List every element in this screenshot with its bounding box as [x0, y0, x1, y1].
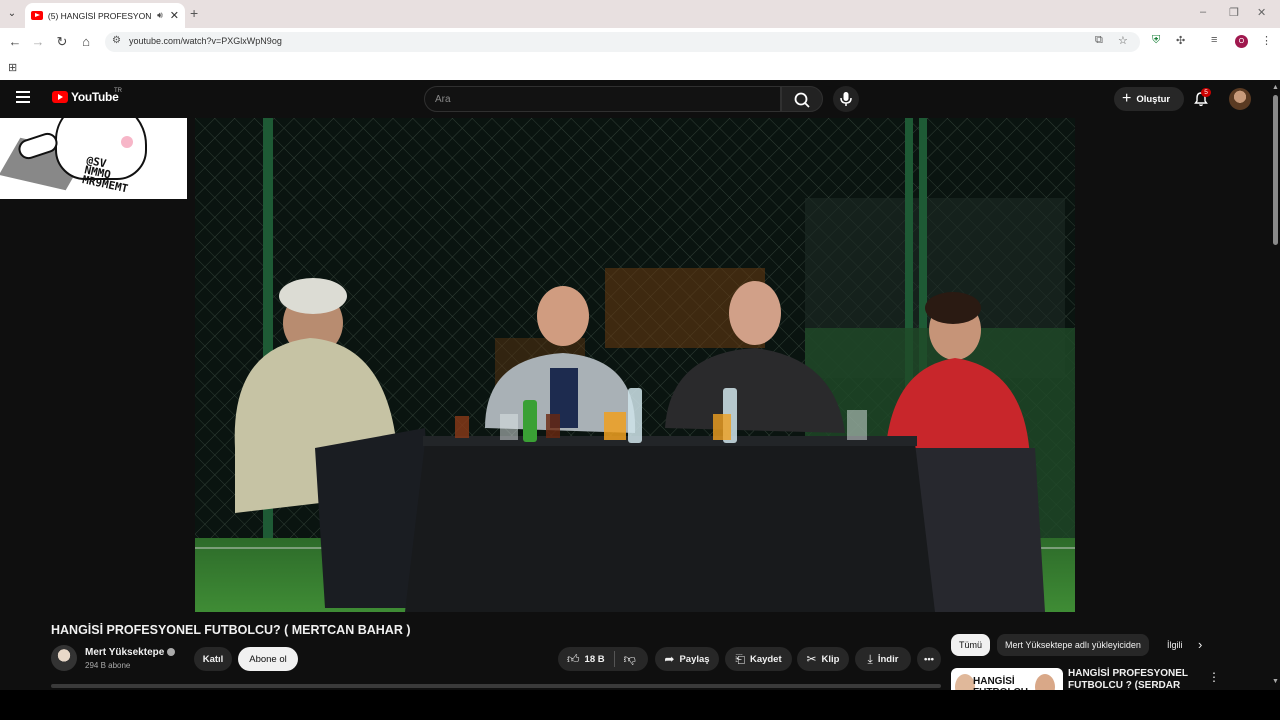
youtube-play-icon — [52, 91, 68, 103]
bookmarks-bar: ⊞ — [0, 56, 1280, 80]
channel-name[interactable]: Mert Yüksektepe — [85, 647, 176, 658]
install-app-icon[interactable]: ⧉ — [1095, 34, 1103, 47]
clip-button[interactable]: ✂ Klip — [797, 647, 849, 671]
chip-from-uploader[interactable]: Mert Yüksektepe adlı yükleyiciden — [997, 634, 1149, 656]
voice-search-button[interactable] — [833, 86, 859, 112]
bookmark-icon: ⎗ — [735, 651, 745, 666]
close-tab-icon[interactable]: ✕ — [170, 9, 179, 22]
bookmark-star-icon[interactable]: ☆ — [1118, 34, 1128, 47]
youtube-page: YouTube TR + Oluştur 5 @SV NMMO MR9 — [0, 80, 1280, 720]
like-divider — [613, 651, 615, 667]
notifications-button[interactable]: 5 — [1192, 88, 1211, 108]
create-label: Oluştur — [1136, 93, 1171, 105]
search-icon — [794, 92, 810, 108]
video-frame — [195, 118, 1075, 612]
youtube-masthead: YouTube TR + Oluştur 5 — [0, 80, 1270, 118]
browser-menu-icon[interactable]: ⋮ — [1261, 34, 1272, 47]
verified-icon — [167, 648, 176, 657]
new-tab-button[interactable]: + — [190, 5, 198, 21]
join-button[interactable]: Katıl — [194, 647, 232, 671]
video-title: HANGİSİ PROFESYONEL FUTBOLCU? ( MERTCAN … — [51, 623, 411, 637]
cat-sticker-overlay: @SV NMMO MR9MEMT — [0, 118, 187, 199]
cat-blush-drawing — [121, 136, 133, 148]
recommended-title[interactable]: HANGİSİ PROFESYONEL FUTBOLCU ? (SERDAR — [1068, 668, 1198, 692]
search-input[interactable] — [425, 87, 765, 111]
extensions-puzzle-icon[interactable]: ✣ — [1176, 34, 1185, 47]
download-button[interactable]: ⤓ İndir — [855, 647, 911, 671]
speaker-icon[interactable]: 🔊︎ — [157, 10, 163, 21]
account-avatar[interactable] — [1229, 88, 1251, 110]
search-button[interactable] — [781, 86, 823, 112]
more-horizontal-icon: ••• — [924, 653, 934, 665]
create-button[interactable]: + Oluştur — [1114, 87, 1184, 111]
share-button[interactable]: ➦ Paylaş — [655, 647, 719, 671]
site-info-icon[interactable]: ⚙ — [112, 35, 121, 46]
video-player[interactable] — [195, 118, 1075, 612]
logo-text: YouTube — [71, 90, 119, 104]
subscribe-button[interactable]: Abone ol — [238, 647, 298, 671]
microphone-icon — [840, 92, 852, 106]
like-count[interactable]: 18 B — [585, 654, 605, 665]
download-label: İndir — [877, 653, 899, 665]
browser-toolbar: ← → ↻ ⌂ ⚙ youtube.com/watch?v=PXGlxWpN9o… — [0, 28, 1280, 56]
minimize-icon[interactable]: – — [1200, 6, 1206, 18]
like-dislike-group: 👍︎ 18 B 👎︎ — [558, 647, 648, 671]
address-bar[interactable]: ⚙ youtube.com/watch?v=PXGlxWpN9og ⧉ ☆ — [105, 32, 1140, 52]
browser-tab-strip: ⌄ (5) HANGİSİ PROFESYONEL 🔊︎ ✕ + – ❐ ✕ — [0, 0, 1280, 28]
more-vertical-icon[interactable]: ⋮ — [1208, 670, 1220, 684]
scroll-up-icon[interactable]: ▲ — [1272, 84, 1279, 91]
chip-all[interactable]: Tümü — [951, 634, 991, 656]
more-actions-button[interactable]: ••• — [917, 647, 941, 671]
bottom-letterbox — [0, 690, 1280, 720]
like-icon[interactable]: 👍︎ — [567, 652, 580, 667]
country-code: TR — [114, 88, 122, 94]
scrollbar-thumb[interactable] — [1273, 95, 1278, 245]
chip-related[interactable]: İlgili — [1165, 634, 1185, 656]
share-label: Paylaş — [679, 653, 710, 665]
subscriber-count: 294 B abone — [85, 661, 131, 670]
scroll-down-icon[interactable]: ▼ — [1272, 678, 1279, 685]
notification-badge: 5 — [1201, 88, 1211, 97]
tab-search-icon[interactable]: ⌄ — [4, 6, 20, 22]
apps-grid-icon[interactable]: ⊞ — [8, 61, 17, 74]
back-icon[interactable]: ← — [7, 34, 23, 49]
dislike-icon[interactable]: 👎︎ — [624, 652, 636, 667]
restore-icon[interactable]: ❐ — [1229, 6, 1239, 19]
chevron-right-icon[interactable]: › — [1198, 637, 1202, 652]
reload-icon[interactable]: ↻ — [54, 34, 70, 50]
extension-shield-icon[interactable]: ⛨ — [1152, 34, 1160, 47]
description-box-edge — [51, 684, 941, 688]
clip-label: Klip — [821, 653, 840, 665]
search-box — [424, 86, 781, 112]
youtube-logo[interactable]: YouTube TR — [52, 88, 122, 104]
home-icon[interactable]: ⌂ — [78, 34, 94, 49]
tab-title: (5) HANGİSİ PROFESYONEL — [47, 10, 153, 21]
browser-tab[interactable]: (5) HANGİSİ PROFESYONEL 🔊︎ ✕ — [25, 3, 185, 28]
youtube-favicon-icon — [31, 11, 43, 20]
scissors-icon: ✂ — [806, 652, 817, 666]
share-icon: ➦ — [664, 652, 675, 666]
profile-avatar[interactable]: O — [1235, 35, 1248, 48]
url-text: youtube.com/watch?v=PXGlxWpN9og — [129, 36, 282, 46]
plus-icon: + — [1122, 90, 1132, 107]
download-icon: ⤓ — [867, 651, 873, 666]
media-control-icon[interactable]: ≡ — [1211, 34, 1217, 46]
forward-icon[interactable]: → — [30, 34, 46, 49]
menu-icon[interactable] — [16, 91, 30, 103]
page-scrollbar[interactable]: ▲ ▼ — [1270, 80, 1280, 690]
channel-avatar[interactable] — [51, 645, 77, 671]
save-button[interactable]: ⎗ Kaydet — [725, 647, 792, 671]
close-window-icon[interactable]: ✕ — [1257, 6, 1266, 19]
save-label: Kaydet — [749, 653, 782, 665]
